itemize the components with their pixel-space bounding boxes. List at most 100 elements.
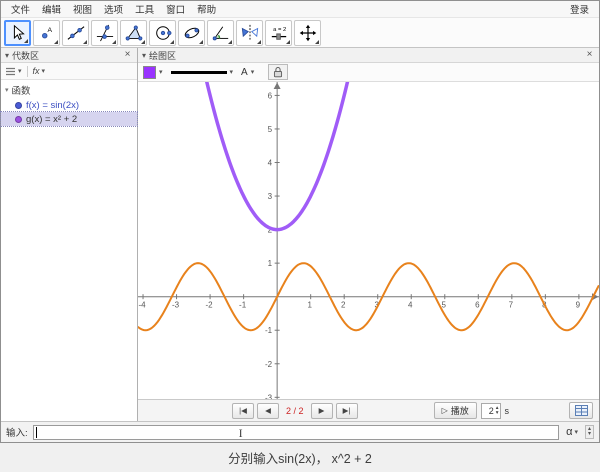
play-icon: ▷ [442, 406, 448, 415]
move-cursor-icon [9, 24, 27, 42]
nav-back-button[interactable]: ◀ [257, 403, 279, 419]
menubar: 文件 编辑 视图 选项 工具 窗口 帮助 登录 [1, 1, 599, 18]
algebra-tree: ▾ 函数 f(x) = sin(2x) g(x) = x² + 2 [1, 80, 137, 421]
tool-point-button[interactable]: A [33, 20, 60, 46]
tutorial-caption: 分别输入sin(2x)， x^2 + 2 [0, 443, 600, 472]
history-down-icon[interactable]: ▾ [588, 432, 591, 437]
tool-polygon-button[interactable] [120, 20, 147, 46]
fx-icon: fx [33, 66, 40, 76]
mouse-ibeam-cursor: I [239, 426, 243, 441]
tool-special-line-button[interactable] [91, 20, 118, 46]
algebra-sort-button[interactable]: ▾ [5, 67, 22, 76]
nav-last-button[interactable]: ▶| [336, 403, 358, 419]
angle-icon [212, 24, 230, 42]
label-style-button[interactable]: A ▾ [241, 67, 254, 78]
construction-protocol-button[interactable] [569, 402, 593, 419]
tree-group-label: 函数 [12, 83, 31, 97]
line-style-button[interactable]: ▾ [171, 68, 234, 76]
svg-text:6: 6 [268, 91, 273, 100]
speed-unit-label: s [505, 406, 510, 416]
menu-options[interactable]: 选项 [98, 2, 129, 16]
object-visibility-dot[interactable] [15, 116, 22, 123]
menu-edit[interactable]: 编辑 [36, 2, 67, 16]
algebra-item-g[interactable]: g(x) = x² + 2 [1, 112, 137, 126]
color-picker-button[interactable]: ▾ [143, 66, 163, 79]
tree-expander-icon[interactable]: ▾ [5, 86, 9, 94]
svg-text:4: 4 [268, 159, 273, 168]
symbol-alpha-button[interactable]: α ▾ [564, 426, 580, 438]
lock-object-button[interactable] [268, 64, 288, 80]
svg-text:6: 6 [475, 301, 480, 310]
input-history-buttons[interactable]: ▴ ▾ [585, 425, 594, 439]
algebra-panel-header[interactable]: ▾ 代数区 × [1, 48, 137, 63]
algebra-panel-title: 代数区 [12, 49, 39, 62]
menu-tools[interactable]: 工具 [129, 2, 160, 16]
svg-text:-2: -2 [265, 360, 273, 369]
tool-line-button[interactable] [62, 20, 89, 46]
circle-icon [154, 24, 172, 42]
algebra-view-panel: ▾ 代数区 × ▾ fx ▾ ▾ [1, 48, 138, 421]
dropdown-icon: ▾ [251, 68, 255, 76]
svg-text:A: A [47, 27, 52, 34]
panel-menu-caret-icon[interactable]: ▾ [5, 51, 9, 60]
color-swatch [143, 66, 156, 79]
speed-value: 2 [486, 406, 494, 416]
svg-text:-1: -1 [239, 301, 247, 310]
algebra-filter-button[interactable]: fx ▾ [33, 66, 46, 76]
play-button[interactable]: ▷ 播放 [434, 402, 477, 419]
tool-slider-button[interactable]: a = 2 [265, 20, 292, 46]
tool-circle-button[interactable] [149, 20, 176, 46]
tool-move-button[interactable] [4, 20, 31, 46]
svg-text:-4: -4 [138, 301, 146, 310]
tool-conic-button[interactable] [178, 20, 205, 46]
slider-icon: a = 2 [270, 24, 288, 42]
spinner-arrows-icon[interactable]: ▴▾ [496, 406, 499, 415]
dropdown-icon: ▾ [230, 68, 234, 76]
svg-text:5: 5 [268, 125, 273, 134]
svg-text:-1: -1 [265, 326, 273, 335]
svg-text:7: 7 [509, 301, 514, 310]
point-icon: A [38, 24, 56, 42]
play-label: 播放 [451, 404, 469, 417]
separator [27, 66, 28, 77]
graphics-panel-title: 绘图区 [149, 49, 176, 62]
menu-help[interactable]: 帮助 [191, 2, 222, 16]
lock-icon [272, 66, 284, 78]
graphics-canvas[interactable]: -4-3-2-1123456789-3-2-1123456 [138, 82, 599, 399]
input-label: 输入: [6, 425, 28, 439]
label-letter: A [241, 67, 248, 78]
panel-menu-caret-icon[interactable]: ▾ [142, 51, 146, 60]
nav-step-indicator: 2 / 2 [282, 406, 308, 416]
object-label: g(x) = x² + 2 [26, 114, 77, 125]
object-visibility-dot[interactable] [15, 102, 22, 109]
svg-text:9: 9 [576, 301, 581, 310]
svg-text:3: 3 [268, 192, 273, 201]
tool-transform-button[interactable] [236, 20, 263, 46]
ellipse-icon [183, 24, 201, 42]
main-area: ▾ 代数区 × ▾ fx ▾ ▾ [1, 48, 599, 421]
dropdown-icon: ▾ [42, 67, 46, 75]
menu-window[interactable]: 窗口 [160, 2, 191, 16]
alpha-glyph: α [566, 426, 572, 438]
construction-navbar: |◀ ◀ 2 / 2 ▶ ▶| ▷ 播放 2 ▴▾ [138, 399, 599, 421]
menu-file[interactable]: 文件 [5, 2, 36, 16]
svg-text:2: 2 [341, 301, 346, 310]
geogebra-window: 文件 编辑 视图 选项 工具 窗口 帮助 登录 A [0, 0, 600, 443]
graphics-panel-header[interactable]: ▾ 绘图区 × [138, 48, 599, 63]
line-icon [67, 24, 85, 42]
nav-forward-button[interactable]: ▶ [311, 403, 333, 419]
algebra-stylebar: ▾ fx ▾ [1, 63, 137, 80]
graphics-close-icon[interactable]: × [584, 50, 595, 60]
algebra-item-f[interactable]: f(x) = sin(2x) [1, 98, 137, 112]
tree-group-functions[interactable]: ▾ 函数 [1, 82, 137, 98]
speed-spinner[interactable]: 2 ▴▾ [481, 403, 501, 419]
text-caret [36, 427, 37, 438]
polygon-icon [125, 24, 143, 42]
signin-button[interactable]: 登录 [564, 2, 595, 16]
tool-move-view-button[interactable] [294, 20, 321, 46]
tool-angle-button[interactable] [207, 20, 234, 46]
menu-view[interactable]: 视图 [67, 2, 98, 16]
nav-first-button[interactable]: |◀ [232, 403, 254, 419]
command-input[interactable]: I [33, 425, 559, 440]
algebra-close-icon[interactable]: × [122, 50, 133, 60]
